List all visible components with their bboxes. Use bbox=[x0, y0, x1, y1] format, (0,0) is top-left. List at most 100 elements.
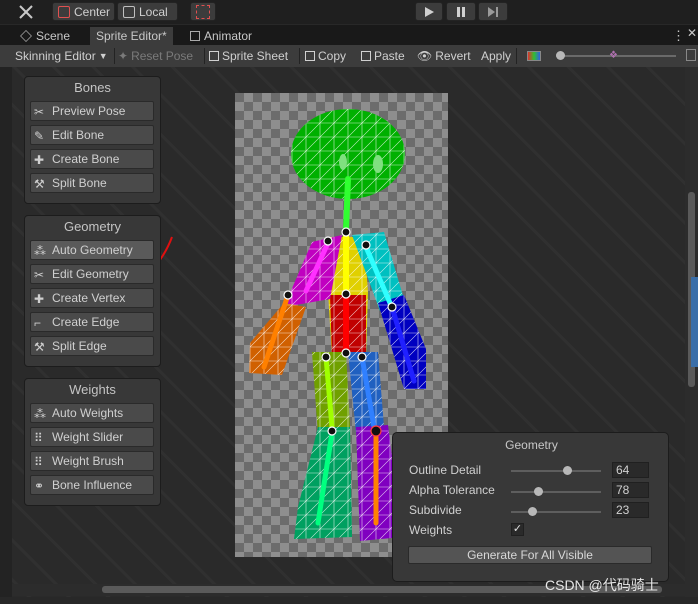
play-button[interactable] bbox=[415, 2, 443, 21]
pivot-center-label: Center bbox=[74, 4, 111, 19]
copy-icon bbox=[305, 51, 315, 61]
grid-snap-button[interactable] bbox=[190, 2, 216, 21]
sprite-sheet-button[interactable]: Sprite Sheet bbox=[209, 47, 288, 65]
outline-detail-knob[interactable] bbox=[562, 466, 572, 475]
pause-icon bbox=[457, 6, 465, 17]
bone-influence-button[interactable]: ⚭ Bone Influence bbox=[30, 475, 154, 495]
bone-influence-icon: ⚭ bbox=[34, 478, 45, 493]
create-vertex-icon: ✚ bbox=[34, 291, 45, 306]
tab-sprite-editor-label: Sprite Editor* bbox=[96, 29, 167, 43]
geometry-settings-panel: Geometry Outline Detail 64 Alpha Toleran… bbox=[392, 432, 669, 582]
outline-detail-label: Outline Detail bbox=[409, 463, 482, 477]
edit-bone-icon: ✎ bbox=[34, 128, 45, 143]
auto-weights-icon: ⁂ bbox=[34, 406, 46, 421]
alpha-tolerance-knob[interactable] bbox=[534, 487, 543, 496]
paste-label: Paste bbox=[374, 49, 405, 63]
local-cube-icon bbox=[123, 5, 135, 18]
toolbar-separator bbox=[114, 48, 115, 64]
edit-bone-label: Edit Bone bbox=[52, 128, 105, 142]
outline-detail-field[interactable]: 64 bbox=[612, 462, 649, 478]
vertical-scrollbar[interactable] bbox=[685, 67, 698, 597]
mode-dropdown-label: Skinning Editor bbox=[15, 49, 96, 63]
geometry-settings-title: Geometry bbox=[505, 438, 558, 452]
auto-weights-button[interactable]: ⁂ Auto Weights bbox=[30, 403, 154, 423]
play-icon bbox=[425, 6, 434, 17]
weights-panel: Weights ⁂ Auto Weights ⠿ Weight Slider ⠿ We… bbox=[24, 378, 161, 506]
subdivide-field[interactable]: 23 bbox=[612, 502, 649, 518]
edit-geometry-icon: ✂ bbox=[34, 267, 45, 282]
edit-bone-button[interactable]: ✎ Edit Bone bbox=[30, 125, 154, 145]
revert-label: Revert bbox=[435, 49, 471, 63]
tab-scene[interactable]: Scene bbox=[20, 27, 70, 45]
preview-pose-icon: ✂ bbox=[34, 104, 45, 119]
apply-button[interactable]: Apply bbox=[481, 47, 511, 65]
alpha-slider-end-icon: ❖ bbox=[609, 50, 618, 61]
sprite-sheet-icon bbox=[209, 51, 219, 61]
mode-dropdown[interactable]: Skinning Editor ▼ bbox=[15, 47, 108, 65]
create-vertex-button[interactable]: ✚ Create Vertex bbox=[30, 288, 154, 308]
color-channel-icon[interactable] bbox=[527, 51, 541, 61]
split-bone-label: Split Bone bbox=[52, 176, 107, 190]
split-bone-button[interactable]: ⚒ Split Bone bbox=[30, 173, 154, 193]
geometry-panel: Geometry ⁂ Auto Geometry ✂ Edit Geometry ✚… bbox=[24, 215, 161, 367]
sprite-editor-toolbar: Skinning Editor ▼ ✦ Reset Pose Sprite Sh… bbox=[0, 45, 698, 68]
tab-menu-icon[interactable]: ⋮ bbox=[672, 28, 685, 44]
toolbar-separator bbox=[299, 48, 300, 64]
grid-snap-icon bbox=[196, 4, 210, 19]
left-gutter bbox=[0, 67, 12, 597]
outline-detail-slider[interactable] bbox=[511, 466, 601, 475]
pause-button[interactable] bbox=[446, 2, 476, 21]
alpha-tolerance-slider[interactable] bbox=[511, 487, 601, 496]
watermark-text: CSDN @代码骑士 bbox=[545, 577, 659, 593]
subdivide-slider[interactable] bbox=[511, 507, 601, 516]
paste-button[interactable]: Paste bbox=[361, 47, 405, 65]
weight-slider-label: Weight Slider bbox=[52, 430, 124, 444]
weight-brush-label: Weight Brush bbox=[52, 454, 124, 468]
create-edge-button[interactable]: ⌐ Create Edge bbox=[30, 312, 154, 332]
reset-pose-label: Reset Pose bbox=[131, 49, 194, 63]
edit-geometry-button[interactable]: ✂ Edit Geometry bbox=[30, 264, 154, 284]
sprite-sheet-label: Sprite Sheet bbox=[222, 49, 289, 63]
weight-slider-button[interactable]: ⠿ Weight Slider bbox=[30, 427, 154, 447]
auto-geometry-label: Auto Geometry bbox=[52, 243, 133, 257]
pivot-center-button[interactable]: Center bbox=[52, 2, 115, 21]
split-edge-button[interactable]: ⚒ Split Edge bbox=[30, 336, 154, 356]
weights-label: Weights bbox=[409, 523, 453, 537]
tab-sprite-editor[interactable]: Sprite Editor* bbox=[90, 27, 173, 45]
pivot-local-button[interactable]: Local bbox=[117, 2, 178, 21]
alpha-tolerance-field[interactable]: 78 bbox=[612, 482, 649, 498]
auto-geometry-icon: ⁂ bbox=[34, 243, 46, 258]
split-edge-icon: ⚒ bbox=[34, 339, 45, 354]
subdivide-knob[interactable] bbox=[527, 507, 537, 516]
animator-tab-icon bbox=[190, 31, 200, 41]
tools-icon[interactable] bbox=[18, 4, 34, 20]
create-edge-icon: ⌐ bbox=[34, 315, 42, 330]
tab-animator[interactable]: Animator bbox=[190, 27, 252, 45]
tab-bar: Scene Sprite Editor* Animator ⋮ ✕ bbox=[0, 25, 698, 45]
revert-button[interactable]: 👁 Revert bbox=[417, 47, 471, 65]
weight-brush-button[interactable]: ⠿ Weight Brush bbox=[30, 451, 154, 471]
bones-panel-title: Bones bbox=[74, 80, 111, 95]
tab-animator-label: Animator bbox=[204, 29, 253, 43]
reset-pose-icon: ✦ bbox=[118, 49, 129, 63]
weights-checkbox[interactable]: ✓ bbox=[511, 523, 524, 536]
pivot-local-label: Local bbox=[139, 4, 168, 19]
preview-pose-label: Preview Pose bbox=[52, 104, 126, 118]
toolbar-separator bbox=[204, 48, 205, 64]
center-icon bbox=[58, 5, 70, 18]
copy-button[interactable]: Copy bbox=[305, 47, 346, 65]
dropdown-arrow-icon: ▼ bbox=[98, 51, 108, 61]
step-button[interactable] bbox=[478, 2, 508, 21]
create-bone-button[interactable]: ✚ Create Bone bbox=[30, 149, 154, 169]
reset-pose-button[interactable]: ✦ Reset Pose bbox=[118, 47, 193, 65]
create-edge-label: Create Edge bbox=[52, 315, 120, 329]
scene-tab-icon bbox=[20, 30, 32, 42]
weight-brush-icon: ⠿ bbox=[34, 454, 43, 469]
generate-for-all-visible-button[interactable]: Generate For All Visible bbox=[408, 546, 652, 564]
tab-close-icon[interactable]: ✕ bbox=[687, 26, 697, 40]
auto-geometry-button[interactable]: ⁂ Auto Geometry bbox=[30, 240, 154, 260]
toolbar-overflow-icon[interactable] bbox=[686, 49, 696, 61]
alpha-slider-knob[interactable] bbox=[556, 51, 565, 60]
paste-icon bbox=[361, 51, 371, 61]
preview-pose-button[interactable]: ✂ Preview Pose bbox=[30, 101, 154, 121]
